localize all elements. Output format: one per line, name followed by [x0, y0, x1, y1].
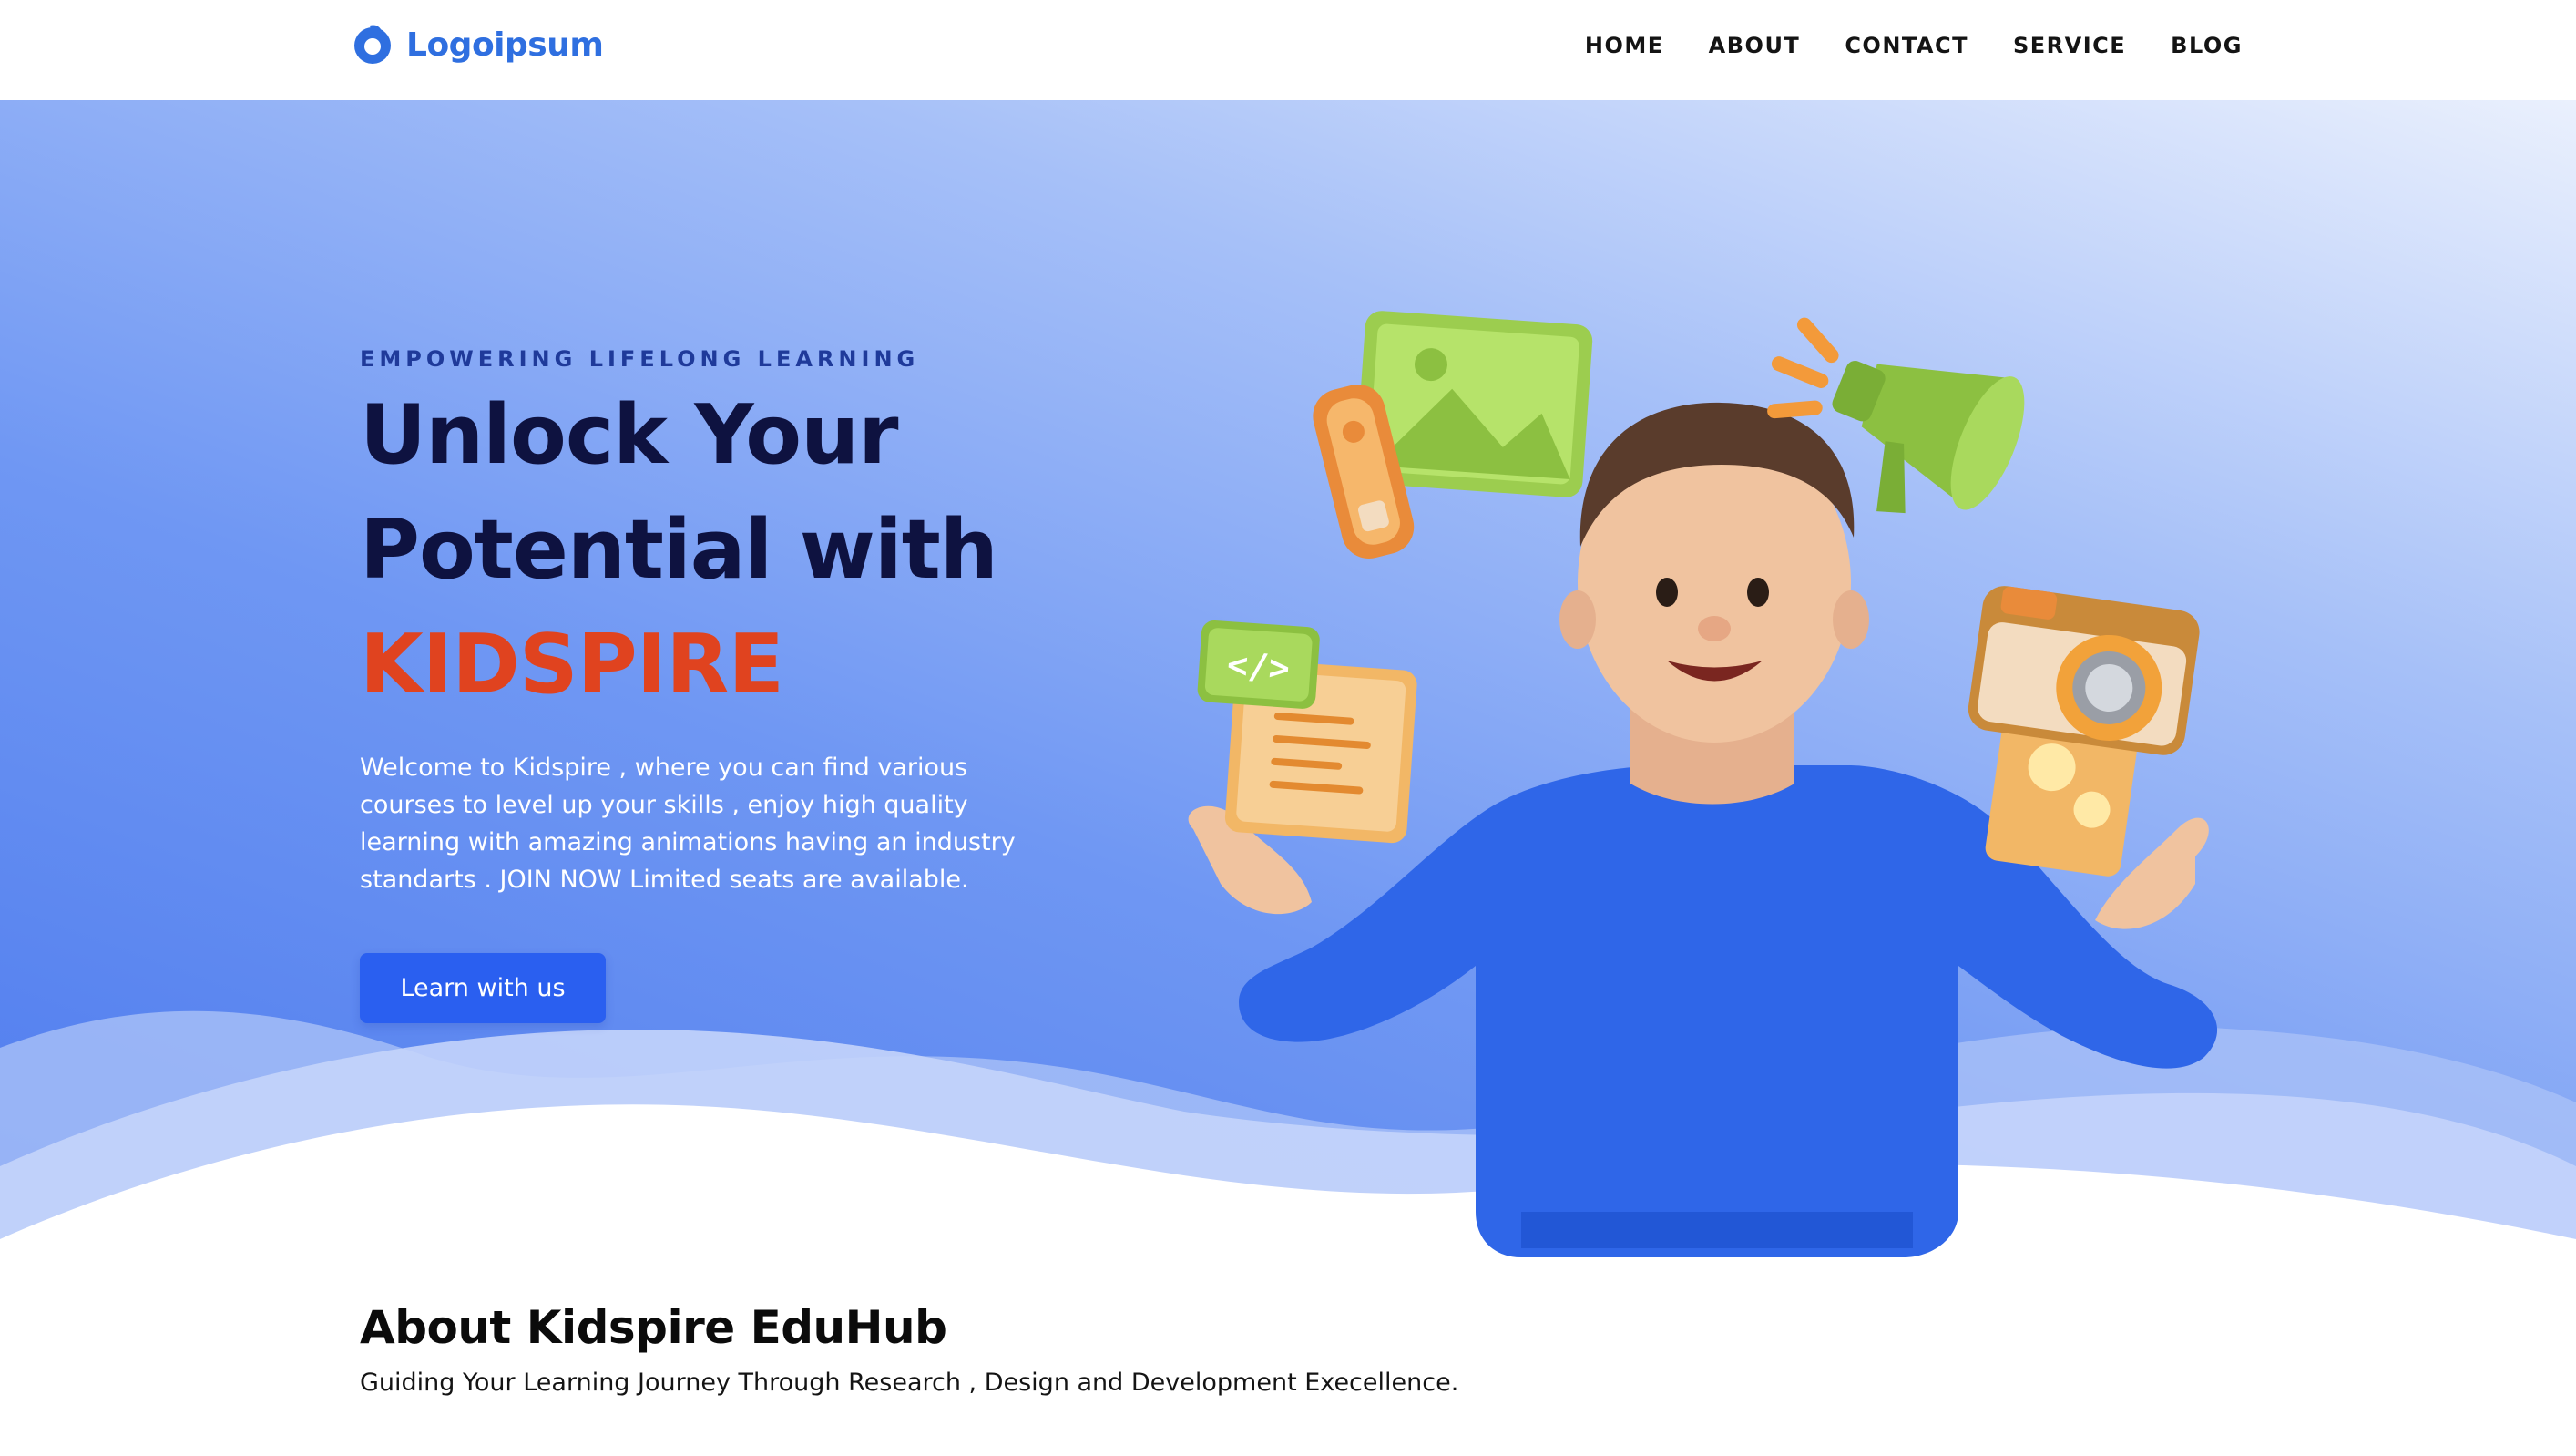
nav-service-link[interactable]: SERVICE — [2013, 33, 2126, 58]
headline-line-1: Unlock Your — [360, 387, 899, 483]
nav-blog-link[interactable]: BLOG — [2171, 33, 2243, 58]
hero-character-illustration: </> — [1188, 311, 2218, 1257]
learn-with-us-button[interactable]: Learn with us — [360, 953, 606, 1023]
nav-home-link[interactable]: HOME — [1585, 33, 1664, 58]
headline-line-2: Potential with — [360, 502, 998, 598]
brand-logo[interactable]: Logoipsum — [350, 20, 604, 69]
nav-contact-link[interactable]: CONTACT — [1845, 33, 1968, 58]
logo-ring-icon — [354, 25, 391, 64]
main-nav: HOME ABOUT CONTACT SERVICE BLOG — [1585, 33, 2243, 58]
headline-accent: KIDSPIRE — [360, 617, 784, 713]
about-title: About Kidspire EduHub — [360, 1301, 947, 1354]
hero-headline: Unlock Your Potential with KIDSPIRE — [360, 378, 1052, 723]
logo-text: Logoipsum — [406, 26, 604, 64]
hero-description: Welcome to Kidspire , where you can find… — [360, 754, 1016, 894]
nav-about-link[interactable]: ABOUT — [1709, 33, 1801, 58]
top-navbar: Logoipsum HOME ABOUT CONTACT SERVICE BLO… — [0, 0, 2576, 100]
about-subtitle: Guiding Your Learning Journey Through Re… — [360, 1369, 1459, 1397]
svg-text:</>: </> — [1226, 644, 1292, 689]
hero-eyebrow: EMPOWERING LIFELONG LEARNING — [360, 346, 920, 372]
hero-section: EMPOWERING LIFELONG LEARNING Unlock Your… — [0, 100, 2576, 1257]
